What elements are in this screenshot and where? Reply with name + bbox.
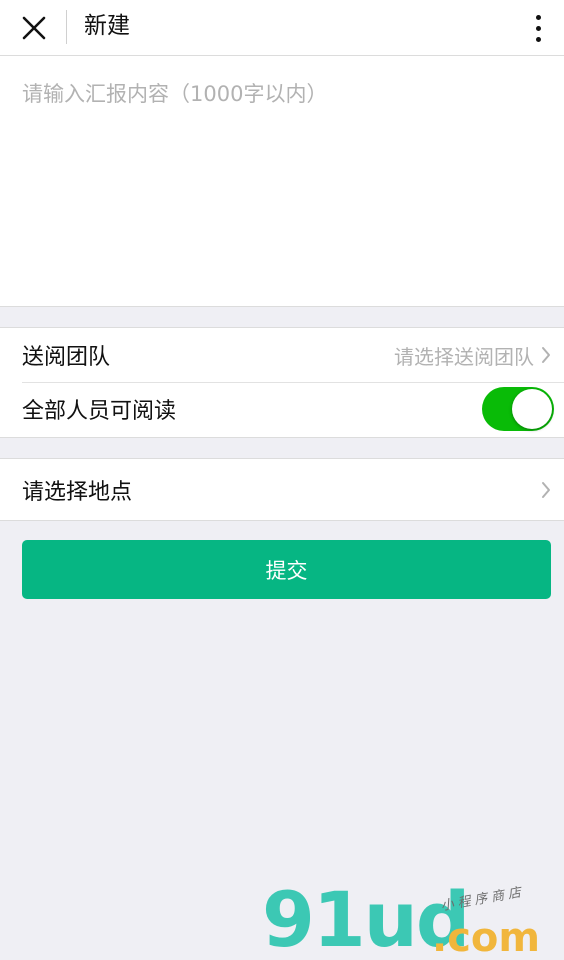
location-select-row[interactable]: 请选择地点 bbox=[0, 459, 564, 520]
close-icon bbox=[22, 16, 46, 40]
team-placeholder: 请选择送阅团队 bbox=[394, 344, 534, 369]
close-button[interactable] bbox=[14, 8, 54, 48]
watermark-logo: 91ud 小程序商店 .com bbox=[262, 880, 562, 960]
readable-label: 全部人员可阅读 bbox=[22, 399, 177, 424]
top-bar: 新建 bbox=[0, 0, 564, 56]
more-vertical-icon bbox=[535, 25, 541, 31]
page: 新建 送阅团队 请选择送阅团队 全部人员可阅读 请选择地 bbox=[0, 0, 564, 960]
report-section bbox=[0, 56, 564, 307]
settings-group: 送阅团队 请选择送阅团队 全部人员可阅读 bbox=[0, 327, 564, 438]
readable-toggle[interactable] bbox=[482, 387, 554, 431]
location-label: 请选择地点 bbox=[22, 479, 133, 505]
team-label: 送阅团队 bbox=[22, 345, 111, 370]
page-title: 新建 bbox=[84, 13, 130, 39]
watermark-domain: .com bbox=[432, 915, 541, 960]
location-group: 请选择地点 bbox=[0, 458, 564, 521]
chevron-right-icon bbox=[540, 345, 552, 365]
report-content-input[interactable] bbox=[0, 56, 564, 306]
title-divider bbox=[66, 10, 67, 44]
team-select-row[interactable]: 送阅团队 请选择送阅团队 bbox=[0, 328, 564, 382]
more-button[interactable] bbox=[522, 8, 554, 48]
chevron-right-icon bbox=[540, 480, 552, 500]
more-vertical-icon bbox=[535, 36, 541, 42]
submit-button[interactable]: 提交 bbox=[22, 540, 551, 599]
toggle-knob bbox=[512, 389, 552, 429]
more-vertical-icon bbox=[535, 14, 541, 20]
readable-row: 全部人员可阅读 bbox=[0, 382, 564, 436]
